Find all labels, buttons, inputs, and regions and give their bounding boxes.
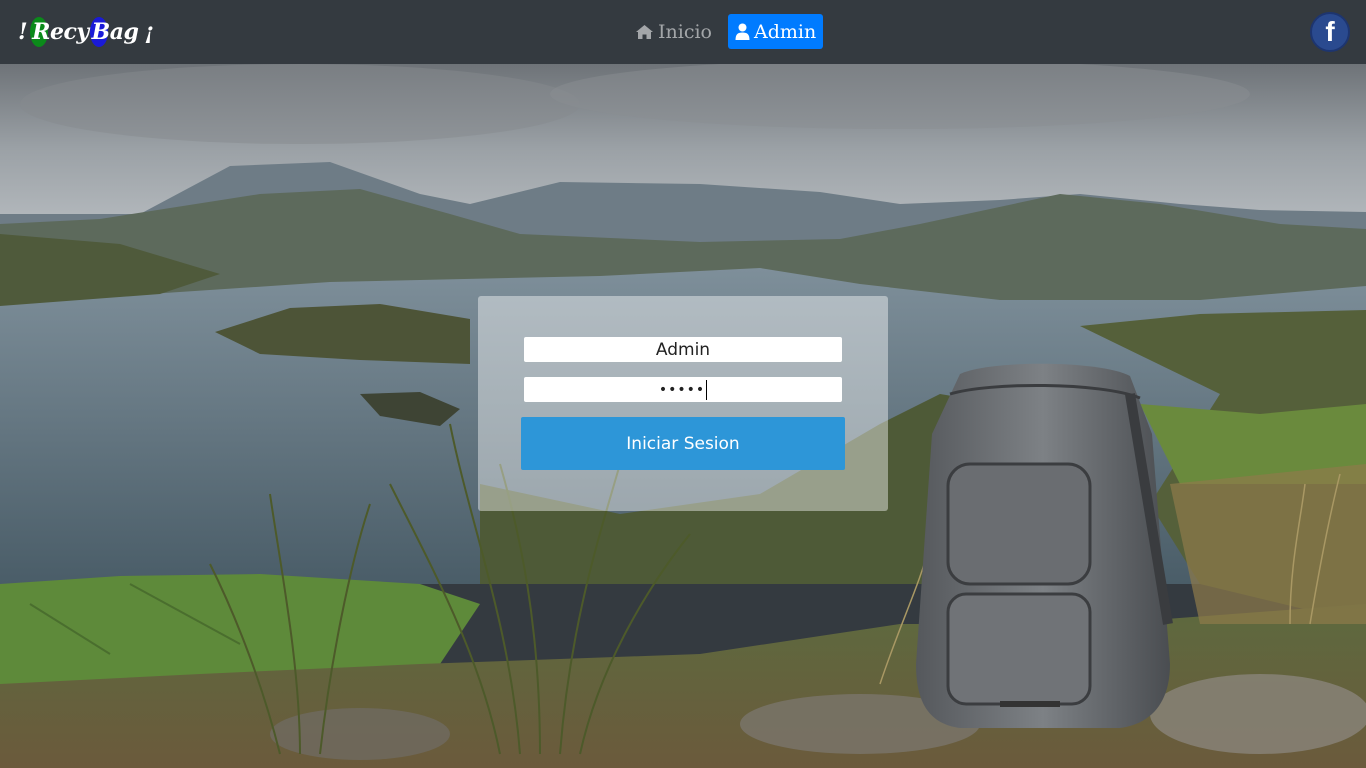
- login-panel: Admin ••••• Iniciar Sesion: [478, 296, 888, 511]
- password-input[interactable]: •••••: [524, 377, 842, 402]
- facebook-icon[interactable]: f: [1310, 12, 1350, 52]
- username-input[interactable]: Admin: [524, 337, 842, 362]
- brand-word-recy: Recy: [30, 17, 89, 47]
- home-icon: [636, 24, 653, 39]
- facebook-letter: f: [1325, 16, 1335, 47]
- nav-admin-link[interactable]: Admin: [727, 14, 824, 49]
- login-button[interactable]: Iniciar Sesion: [521, 417, 845, 470]
- username-value: Admin: [655, 339, 711, 360]
- nav-home-label: Inicio: [658, 20, 712, 43]
- text-cursor: [706, 379, 708, 400]
- brand-open-punct: !: [18, 19, 28, 45]
- user-icon: [735, 23, 750, 40]
- brand-word-bag: Bag: [89, 17, 139, 47]
- nav-admin-label: Admin: [753, 20, 817, 43]
- brand-close-punct: ¡: [144, 19, 154, 45]
- brand-logo[interactable]: ! Recy Bag ¡: [16, 14, 156, 50]
- password-value: •••••: [658, 381, 706, 398]
- nav-home-link[interactable]: Inicio: [628, 14, 719, 49]
- main-nav: Inicio Admin: [628, 14, 824, 49]
- navbar: ! Recy Bag ¡ Inicio Admin f: [0, 0, 1366, 64]
- backpack-image: [916, 363, 1173, 728]
